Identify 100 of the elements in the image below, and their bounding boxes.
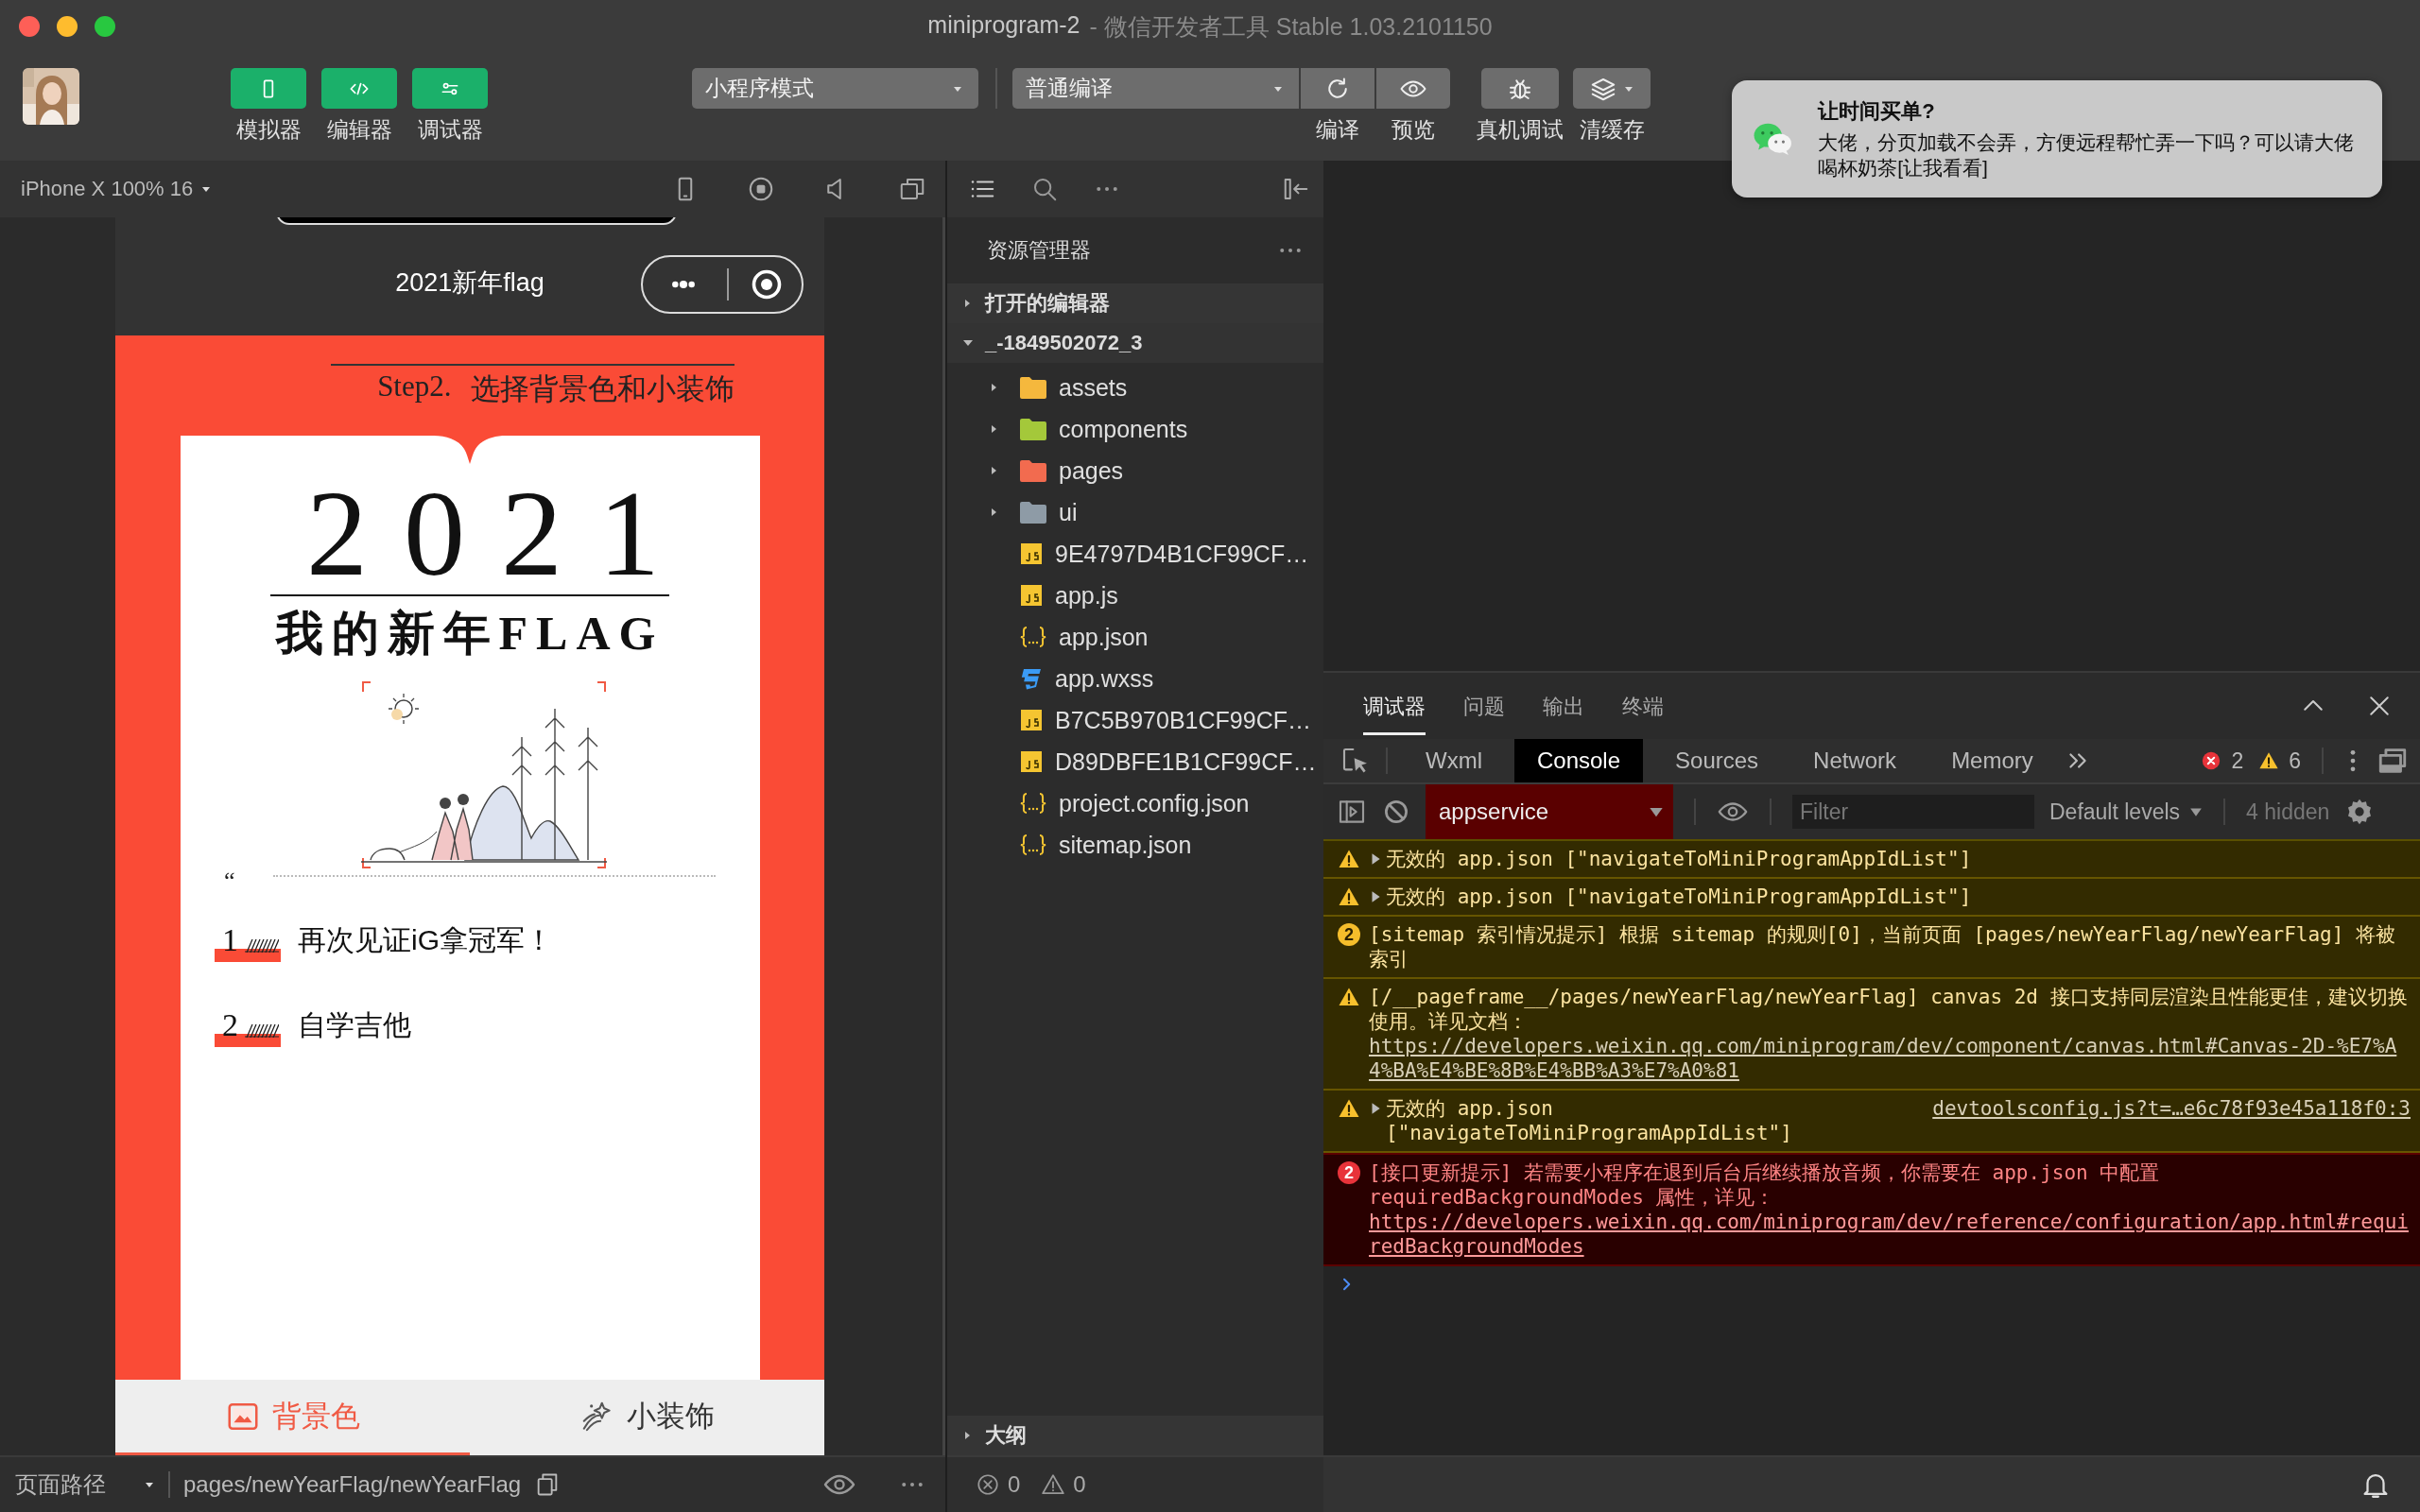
context-dropdown[interactable]: appservice bbox=[1426, 784, 1673, 839]
css-file-icon bbox=[1019, 666, 1044, 691]
flag-underline bbox=[215, 1034, 281, 1047]
toolbar-label: 清缓存 bbox=[1579, 116, 1645, 144]
notification-title: 让时间买单? bbox=[1818, 98, 1936, 125]
file-item[interactable]: app.json bbox=[947, 616, 1323, 658]
target-icon bbox=[750, 267, 784, 301]
js-file-icon bbox=[1019, 708, 1044, 732]
tab[interactable]: 小装饰 bbox=[470, 1380, 824, 1455]
warning-count: 6 bbox=[2289, 747, 2301, 774]
error-icon bbox=[2201, 750, 2222, 771]
minimize-button[interactable] bbox=[57, 16, 78, 37]
js-file-icon bbox=[1019, 583, 1044, 608]
error-icon bbox=[976, 1472, 1000, 1497]
toolbar-label: 模拟器 bbox=[235, 116, 302, 144]
message-count: 2 bbox=[1338, 923, 1360, 946]
page-path-dropdown[interactable]: 页面路径 bbox=[15, 1469, 155, 1500]
clear-icon[interactable] bbox=[1382, 798, 1410, 826]
tab[interactable]: Network bbox=[1790, 739, 1920, 782]
toolbar-label: 编辑器 bbox=[326, 116, 392, 144]
file-item[interactable]: project.config.json bbox=[947, 782, 1323, 824]
console-message: 无效的 app.json ["navigateToMiniProgramAppIdList"] bbox=[1386, 885, 1973, 909]
compile-dropdown[interactable]: 普通编译 bbox=[1012, 68, 1299, 109]
error-count: 0 bbox=[1008, 1471, 1021, 1498]
menu-capsule[interactable] bbox=[641, 255, 804, 314]
file-item[interactable]: app.js bbox=[947, 575, 1323, 616]
filter-field[interactable]: Filter bbox=[1792, 795, 2034, 829]
file-item[interactable]: B7C5B970B1CF99CF… bbox=[947, 699, 1323, 741]
toolbar-button[interactable] bbox=[1376, 68, 1450, 109]
braces-icon bbox=[1019, 625, 1047, 649]
doc-link[interactable]: https://developers.weixin.qq.com/miniprogram/dev/reference/configuration/app.html#requiredBackgroundModes bbox=[1369, 1210, 2411, 1259]
quote-mark: “ bbox=[224, 871, 235, 890]
tab[interactable]: Wxml bbox=[1403, 739, 1505, 782]
error-count: 2 bbox=[2231, 747, 2244, 774]
braces-icon bbox=[1019, 833, 1047, 857]
tab[interactable]: Memory bbox=[1928, 739, 2056, 782]
file-item[interactable]: D89DBFE1B1CF99CF… bbox=[947, 741, 1323, 782]
levels-dropdown[interactable]: Default levels bbox=[2049, 799, 2204, 825]
console-message: [/__pageframe__/pages/newYearFlag/newYearFlag] canvas 2d 接口支持同层渲染且性能更佳，建议切换使用。详见文档： https://developers.weixin.qq.com/miniprogram/dev/component/canvas.html#Canvas-2D-%E7%A4%BA%E4%BE%8B%E4%BB%A3%E7%A0%81 bbox=[1369, 985, 2411, 1083]
file-item[interactable]: app.wxss bbox=[947, 658, 1323, 699]
flag-text: 再次见证iG拿冠军！ bbox=[298, 922, 553, 957]
toolbar-button[interactable] bbox=[1301, 68, 1374, 109]
file-item[interactable]: components bbox=[947, 408, 1323, 450]
flag-number: 1 bbox=[222, 924, 238, 956]
flag-text: 自学吉他 bbox=[298, 1007, 411, 1042]
view-toggle-button[interactable] bbox=[231, 68, 306, 109]
file-item[interactable]: pages bbox=[947, 450, 1323, 491]
warning-icon bbox=[1041, 1472, 1066, 1497]
console-message: 无效的 app.json ["navigateToMiniProgramAppIdList"] bbox=[1386, 1096, 1793, 1145]
warning-icon bbox=[1338, 885, 1360, 908]
warning-count: 0 bbox=[1073, 1471, 1086, 1498]
file-item[interactable]: 9E4797D4B1CF99CF… bbox=[947, 533, 1323, 575]
page-title: 2021新年flag bbox=[395, 266, 544, 299]
section-header[interactable]: _-1849502072_3 bbox=[947, 323, 1323, 363]
view-toggle-button[interactable] bbox=[412, 68, 488, 109]
toolbar-button[interactable] bbox=[1573, 68, 1651, 109]
warning-icon bbox=[2258, 750, 2280, 771]
hatch-icon bbox=[245, 937, 279, 953]
tab[interactable]: Console bbox=[1514, 739, 1644, 782]
console-message: [sitemap 索引情况提示] 根据 sitemap 的规则[0]，当前页面 [pages/newYearFlag/newYearFlag] 将被索引 bbox=[1369, 922, 2396, 971]
toolbar-button[interactable] bbox=[1481, 68, 1559, 109]
window-subtitle: - 微信开发者工具 Stable 1.03.2101150 bbox=[1089, 11, 1493, 42]
record-icon[interactable] bbox=[747, 175, 775, 203]
source-link[interactable]: devtoolsconfig.js?t=…e6c78f93e45a118f0:3 bbox=[1932, 1096, 2411, 1121]
tab[interactable]: 终端 bbox=[1622, 677, 1664, 735]
flag-underline bbox=[215, 949, 281, 962]
file-item[interactable]: sitemap.json bbox=[947, 824, 1323, 866]
toolbar-label: 编译 bbox=[1316, 116, 1359, 144]
toolbar-label: 调试器 bbox=[417, 116, 483, 144]
year-heading: 2021 bbox=[270, 472, 669, 596]
console-message: 无效的 app.json ["navigateToMiniProgramAppIdList"] bbox=[1386, 847, 1973, 871]
toolbar-label: 真机调试 bbox=[1477, 116, 1564, 144]
section-header[interactable]: 打开的编辑器 bbox=[947, 284, 1323, 323]
flag-number: 2 bbox=[222, 1009, 238, 1041]
braces-icon bbox=[1019, 791, 1047, 816]
hidden-count: 4 hidden bbox=[2246, 799, 2330, 825]
section-header[interactable]: 大纲 bbox=[947, 1416, 1323, 1455]
device-dropdown[interactable]: iPhone X 100% 16 bbox=[21, 177, 213, 201]
maximize-button[interactable] bbox=[95, 16, 115, 37]
file-item[interactable]: ui bbox=[947, 491, 1323, 533]
hatch-icon bbox=[245, 1022, 279, 1038]
close-button[interactable] bbox=[19, 16, 40, 37]
js-file-icon bbox=[1019, 749, 1044, 774]
console-message: [接口更新提示] 若需要小程序在退到后台后继续播放音频，你需要在 app.json 中配置 requiredBackgroundModes 属性，详见： https://developers.weixin.qq.com/miniprogram/dev/reference/configuration/app.html#requiredBackgroundModes bbox=[1369, 1160, 2411, 1259]
window-title: miniprogram-2 bbox=[927, 10, 1080, 40]
tab[interactable]: 问题 bbox=[1463, 677, 1505, 735]
step-label: Step2. bbox=[377, 369, 452, 404]
toolbar-label: 预览 bbox=[1392, 116, 1435, 144]
file-item[interactable]: assets bbox=[947, 367, 1323, 408]
warning-icon bbox=[1338, 1097, 1360, 1120]
js-file-icon bbox=[1019, 541, 1044, 566]
view-toggle-button[interactable] bbox=[321, 68, 397, 109]
step-title: 选择背景色和小装饰 bbox=[470, 371, 735, 407]
message-count: 2 bbox=[1338, 1161, 1360, 1184]
tab[interactable]: 输出 bbox=[1543, 677, 1584, 735]
panel-title: 资源管理器 bbox=[987, 237, 1091, 264]
doc-link[interactable]: https://developers.weixin.qq.com/miniprogram/dev/component/canvas.html#Canvas-2D-%E7%A4%BA%E4%BE%8B%E4%BB%A3%E7%A0%81 bbox=[1369, 1034, 2411, 1083]
mode-dropdown[interactable]: 小程序模式 bbox=[692, 68, 978, 109]
tab[interactable]: Sources bbox=[1652, 739, 1782, 782]
tab[interactable]: 调试器 bbox=[1363, 677, 1426, 735]
